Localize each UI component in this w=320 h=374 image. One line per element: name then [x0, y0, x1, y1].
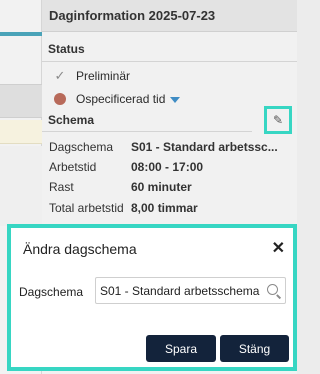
- edit-day-schedule-dialog-highlight: Ändra dagschema ✕ Dagschema Spara Stäng: [7, 224, 297, 371]
- schema-row-label: Total arbetstid: [49, 201, 124, 215]
- schema-row-value: 8,00 timmar: [131, 201, 198, 215]
- schema-row-label: Dagschema: [49, 140, 114, 154]
- dialog-title: Ändra dagschema: [23, 241, 137, 257]
- status-preliminary: ✓ Preliminär: [53, 68, 131, 84]
- divider: [42, 61, 297, 62]
- dagschema-field-label: Dagschema: [19, 285, 84, 299]
- schema-row-rast: Rast 60 minuter: [49, 180, 293, 194]
- schema-row-label: Rast: [49, 180, 74, 194]
- status-dot-icon: [54, 93, 66, 105]
- schema-row-value: S01 - Standard arbetssc...: [131, 140, 278, 154]
- close-button[interactable]: Stäng: [220, 335, 289, 362]
- panel-title: Daginformation 2025-07-23: [42, 0, 297, 32]
- schema-row-total: Total arbetstid 8,00 timmar: [49, 201, 293, 215]
- edit-schema-button[interactable]: ✎: [264, 106, 292, 134]
- list-row[interactable]: [0, 146, 42, 226]
- check-icon: ✓: [54, 68, 66, 83]
- dagschema-field[interactable]: [95, 277, 286, 304]
- list-row-highlighted[interactable]: [0, 120, 42, 144]
- status-preliminary-label: Preliminär: [76, 69, 131, 83]
- divider: [42, 131, 252, 132]
- edit-icon: ✎: [272, 113, 284, 127]
- schema-row-value: 60 minuter: [131, 180, 192, 194]
- save-button[interactable]: Spara: [146, 335, 216, 362]
- status-section-title: Status: [48, 42, 85, 56]
- close-icon[interactable]: ✕: [272, 238, 285, 258]
- list-row[interactable]: [0, 84, 42, 118]
- selected-row-accent: [0, 32, 42, 36]
- chevron-down-icon[interactable]: [170, 97, 181, 103]
- status-unspecified-time[interactable]: Ospecificerad tid: [53, 92, 181, 106]
- schema-row-arbetstid: Arbetstid 08:00 - 17:00: [49, 160, 293, 174]
- dagschema-input[interactable]: [96, 278, 264, 303]
- schema-row-dagschema: Dagschema S01 - Standard arbetssc...: [49, 140, 293, 154]
- status-unspecified-label: Ospecificerad tid: [76, 92, 166, 106]
- schema-row-value: 08:00 - 17:00: [131, 160, 204, 174]
- schema-row-label: Arbetstid: [49, 160, 97, 174]
- edit-day-schedule-dialog: Ändra dagschema ✕ Dagschema Spara Stäng: [11, 228, 293, 367]
- search-icon[interactable]: [267, 284, 278, 295]
- schema-section-title: Schema: [48, 113, 95, 127]
